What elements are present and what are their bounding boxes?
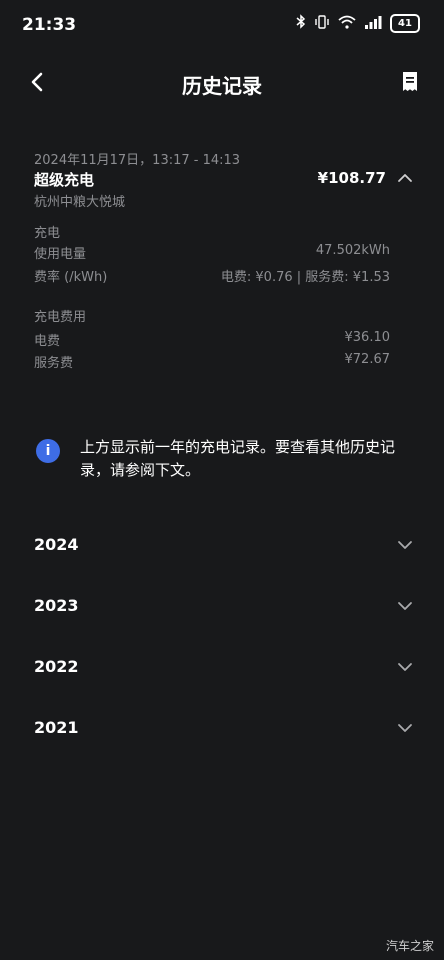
page-title: 历史记录 <box>182 74 262 98</box>
rate-label: 费率 (/kWh) <box>34 270 108 285</box>
usage-label: 使用电量 <box>34 247 87 262</box>
service-fee-label: 服务费 <box>34 356 74 371</box>
receipt-button[interactable] <box>400 70 420 94</box>
fees-section-label: 充电费用 <box>34 310 87 325</box>
vibrate-icon <box>314 14 330 33</box>
status-time: 21:33 <box>22 15 77 35</box>
record-date: 2024年11月17日，13:17 - 14:13 <box>34 153 241 168</box>
year-label: 2021 <box>34 718 79 737</box>
record-type: 超级充电 <box>34 171 95 189</box>
bluetooth-icon <box>296 14 306 33</box>
service-fee-value: ¥72.67 <box>344 352 391 367</box>
watermark: 汽车之家 <box>385 939 434 953</box>
record-total: ¥108.77 <box>317 169 386 187</box>
electricity-fee-label: 电费 <box>34 334 61 349</box>
year-label: 2022 <box>34 657 79 676</box>
year-label: 2024 <box>34 535 79 554</box>
signal-icon <box>364 15 382 33</box>
charging-section-label: 充电 <box>34 226 61 241</box>
info-text: 上方显示前一年的充电记录。要查看其他历史记录，请参阅下文。 <box>80 438 396 479</box>
receipt-icon <box>403 72 417 91</box>
year-row-2021[interactable]: 2021 <box>34 708 414 748</box>
battery-indicator: 41 <box>390 14 420 33</box>
electricity-fee-value: ¥36.10 <box>344 330 391 345</box>
info-icon: i <box>36 439 60 463</box>
chevron-down-icon <box>398 663 412 671</box>
rate-value: 电费: ¥0.76 | 服务费: ¥1.53 <box>220 270 390 285</box>
year-label: 2023 <box>34 596 79 615</box>
header: 历史记录 <box>0 58 444 108</box>
chevron-down-icon <box>398 724 412 732</box>
chevron-down-icon <box>398 602 412 610</box>
collapse-record-button[interactable] <box>396 169 414 187</box>
chevron-down-icon <box>398 541 412 549</box>
year-row-2022[interactable]: 2022 <box>34 647 414 687</box>
chevron-up-icon <box>398 174 412 182</box>
wifi-icon <box>338 15 356 33</box>
usage-value: 47.502kWh <box>315 243 390 258</box>
year-row-2023[interactable]: 2023 <box>34 586 414 626</box>
record-location: 杭州中粮大悦城 <box>34 195 126 210</box>
status-icons: 41 <box>296 14 420 33</box>
year-row-2024[interactable]: 2024 <box>34 525 414 565</box>
info-notice: i 上方显示前一年的充电记录。要查看其他历史记录，请参阅下文。 <box>34 436 404 496</box>
status-bar: 21:33 41 <box>0 0 444 52</box>
